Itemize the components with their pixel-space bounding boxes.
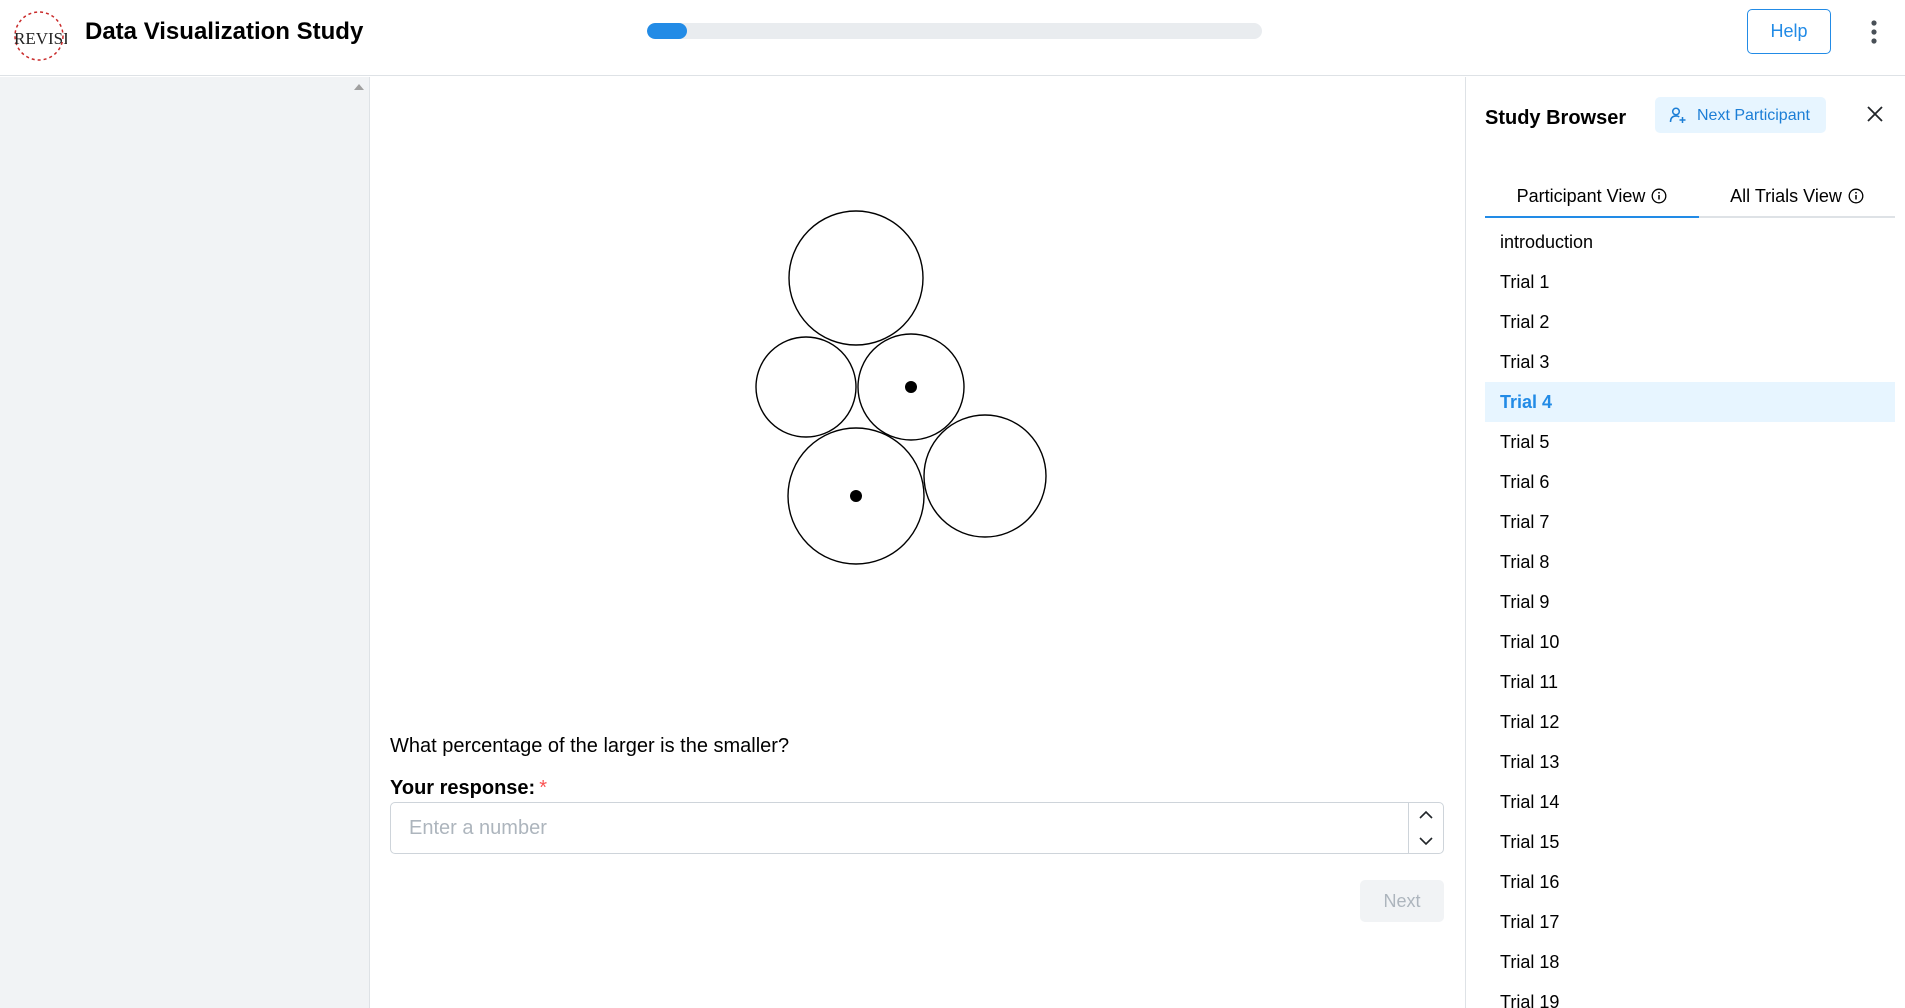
trial-list-item[interactable]: Trial 14 (1485, 782, 1895, 822)
question-text: What percentage of the larger is the sma… (390, 735, 790, 757)
trial-list-item[interactable]: Trial 8 (1485, 542, 1895, 582)
next-button[interactable]: Next (1360, 880, 1444, 922)
user-plus-icon (1669, 106, 1686, 123)
info-icon[interactable] (1651, 188, 1667, 204)
trial-list-item[interactable]: Trial 2 (1485, 302, 1895, 342)
trial-list-item[interactable]: Trial 5 (1485, 422, 1895, 462)
study-progress-bar (647, 23, 1262, 39)
app-title: Data Visualization Study (85, 18, 364, 45)
trial-list-item[interactable]: Trial 17 (1485, 902, 1895, 942)
chevron-up-icon[interactable] (1409, 803, 1443, 828)
stimulus-circle-left (755, 336, 857, 438)
trial-list-item[interactable]: Trial 15 (1485, 822, 1895, 862)
response-label: Your response: * (390, 775, 547, 801)
trial-list-item[interactable]: Trial 11 (1485, 662, 1895, 702)
stimulus-marker-dot (850, 490, 862, 502)
tab-participant-view[interactable]: Participant View (1485, 184, 1699, 218)
left-sidebar (0, 77, 369, 1008)
trial-list-item[interactable]: Trial 1 (1485, 262, 1895, 302)
info-icon[interactable] (1848, 188, 1864, 204)
trial-list-item[interactable]: Trial 6 (1485, 462, 1895, 502)
response-number-field[interactable] (390, 802, 1444, 854)
required-marker: * (539, 777, 548, 799)
response-input[interactable] (391, 803, 1391, 853)
trial-list-item[interactable]: Trial 16 (1485, 862, 1895, 902)
next-participant-label: Next Participant (1697, 106, 1810, 124)
tab-all-trials-view[interactable]: All Trials View (1699, 184, 1895, 216)
trial-list-item[interactable]: Trial 18 (1485, 942, 1895, 982)
study-browser-tabs: Participant View All Trials View (1485, 184, 1895, 218)
tab-all-trials-view-label: All Trials View (1730, 186, 1842, 206)
trial-list-item[interactable]: Trial 10 (1485, 622, 1895, 662)
trial-list-item[interactable]: Trial 19 (1485, 982, 1895, 1008)
trial-list-item[interactable]: Trial 13 (1485, 742, 1895, 782)
left-divider (369, 77, 370, 1008)
trial-list-item[interactable]: Trial 12 (1485, 702, 1895, 742)
app-header: REVISIT Data Visualization Study Help (0, 0, 1905, 76)
study-progress-fill (647, 23, 687, 39)
svg-text:REVISIT: REVISIT (14, 29, 67, 48)
scroll-up-arrow-icon[interactable] (354, 84, 364, 90)
trial-list-item[interactable]: Trial 3 (1485, 342, 1895, 382)
trial-list: introduction Trial 1 Trial 2 Trial 3 Trial 4… (1485, 222, 1895, 1008)
chevron-down-icon[interactable] (1409, 828, 1443, 853)
trial-list-item[interactable]: Trial 4 (1485, 382, 1895, 422)
circle-comparison-stimulus (755, 210, 1047, 565)
trial-list-item[interactable]: Trial 7 (1485, 502, 1895, 542)
stimulus-circle-top (788, 210, 924, 346)
number-stepper (1408, 803, 1443, 853)
trial-list-item[interactable]: introduction (1485, 222, 1895, 262)
trial-list-item[interactable]: Trial 9 (1485, 582, 1895, 622)
next-participant-button[interactable]: Next Participant (1655, 97, 1826, 133)
response-label-text: Your response: (390, 777, 536, 799)
stimulus-marker-dot (905, 381, 917, 393)
help-button[interactable]: Help (1747, 9, 1831, 54)
tab-participant-view-label: Participant View (1516, 186, 1646, 206)
stimulus-circle-right (923, 414, 1047, 538)
left-sidebar-scrollbar[interactable] (351, 77, 369, 1008)
vertical-dots-icon[interactable] (1862, 16, 1886, 48)
close-icon[interactable] (1865, 104, 1885, 124)
revisit-logo-icon: REVISIT (14, 11, 67, 61)
study-browser-title: Study Browser (1485, 107, 1627, 129)
study-browser-panel: Study Browser Next Participant Participa… (1466, 77, 1905, 1008)
